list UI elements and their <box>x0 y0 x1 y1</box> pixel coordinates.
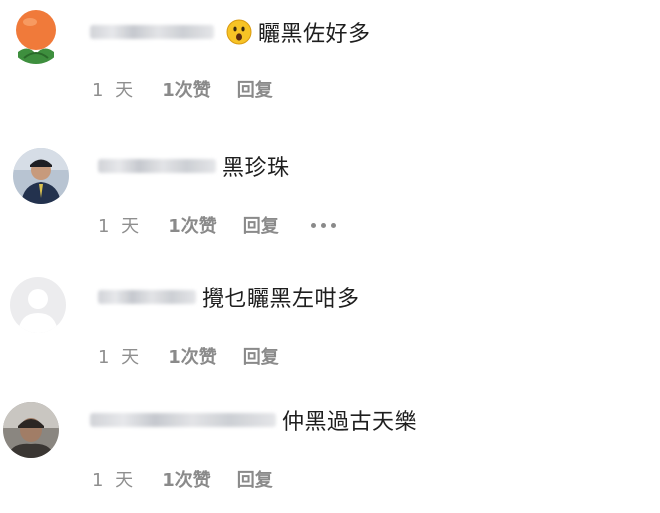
avatar[interactable] <box>13 148 69 204</box>
comment-item: 攪乜矖黑左咁多 1 天 1次赞 回复 <box>0 265 660 385</box>
reply-button[interactable]: 回复 <box>237 76 273 102</box>
default-avatar-icon <box>10 277 66 333</box>
avatar-image <box>8 8 64 64</box>
username[interactable] <box>98 290 196 304</box>
comment-time: 1 天 <box>92 80 137 101</box>
avatar[interactable] <box>8 8 64 64</box>
username[interactable] <box>90 25 214 39</box>
comment-item: 矖黑佐好多 1 天 1次赞 回复 <box>0 0 660 120</box>
avatar-image <box>13 148 69 204</box>
astonished-face-icon <box>226 19 252 45</box>
avatar[interactable] <box>10 277 66 333</box>
like-button[interactable]: 1次赞 <box>168 212 217 238</box>
avatar-image <box>3 402 59 458</box>
comment-time: 1 天 <box>92 470 137 491</box>
reply-button[interactable]: 回复 <box>243 343 279 369</box>
avatar[interactable] <box>3 402 59 458</box>
comment-text: 矖黑佐好多 <box>258 22 371 47</box>
username[interactable] <box>98 159 216 173</box>
username[interactable] <box>90 413 276 427</box>
comment-time: 1 天 <box>98 347 143 368</box>
like-button[interactable]: 1次赞 <box>162 466 211 492</box>
reply-button[interactable]: 回复 <box>243 212 279 238</box>
comment-item: 仲黑過古天樂 1 天 1次赞 回复 <box>0 392 660 512</box>
more-options-icon[interactable] <box>310 222 336 228</box>
reply-button[interactable]: 回复 <box>237 466 273 492</box>
like-button[interactable]: 1次赞 <box>162 76 211 102</box>
comment-text: 黑珍珠 <box>222 156 290 181</box>
comment-item: 黑珍珠 1 天 1次赞 回复 <box>0 130 660 250</box>
like-button[interactable]: 1次赞 <box>168 343 217 369</box>
comment-time: 1 天 <box>98 216 143 237</box>
comment-text: 仲黑過古天樂 <box>282 410 418 435</box>
comment-text: 攪乜矖黑左咁多 <box>202 287 360 312</box>
